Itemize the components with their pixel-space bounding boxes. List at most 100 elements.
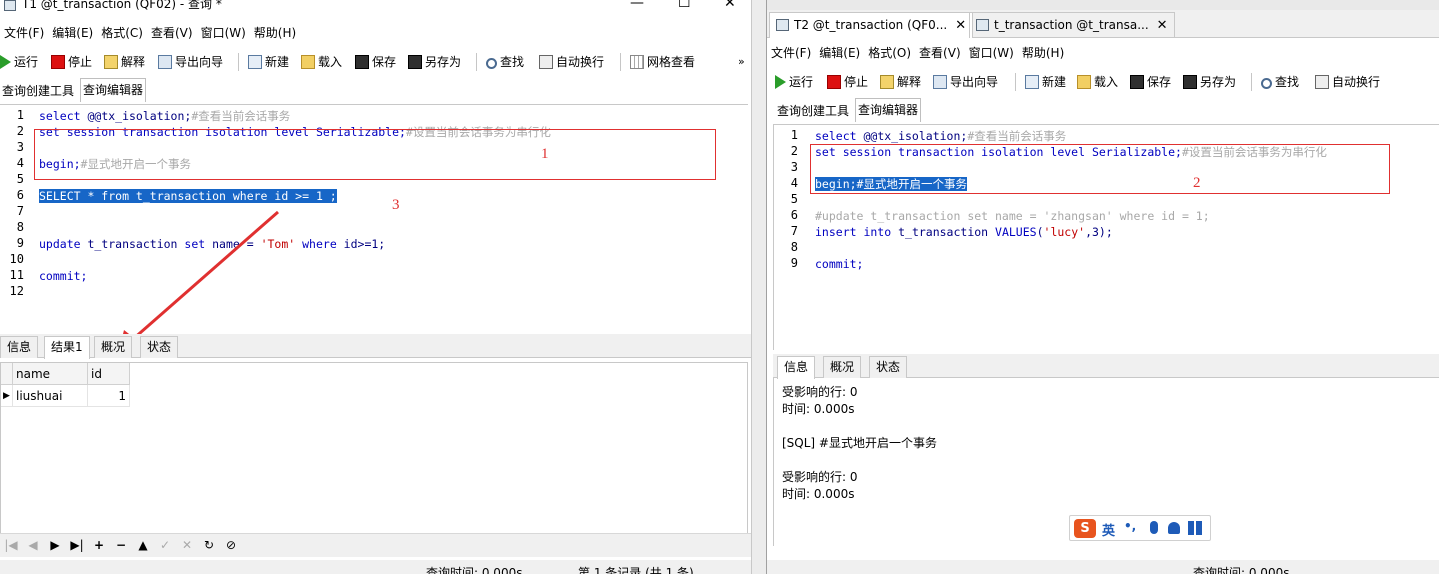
menu-format[interactable]: 格式(O) <box>864 42 915 64</box>
cancel-button[interactable]: ✕ <box>180 538 194 552</box>
close-tab-icon[interactable]: ✕ <box>1157 18 1168 33</box>
add-record-button[interactable]: + <box>92 538 106 552</box>
stop-refresh-button[interactable]: ⊘ <box>224 538 238 552</box>
line-number: 1 <box>790 128 798 142</box>
left-status-bar: 查询时间: 0.000s 第 1 条记录 (共 1 条) <box>0 560 751 574</box>
grid-menu-icon[interactable] <box>1188 521 1202 535</box>
result-grid: name id ▶ liushuai 1 <box>0 362 748 534</box>
menu-edit[interactable]: 编辑(E) <box>815 42 864 64</box>
tab-status[interactable]: 状态 <box>140 336 179 358</box>
message-line: [SQL] #显式地开启一个事务 <box>782 436 937 450</box>
tab-query-editor[interactable]: 查询编辑器 <box>855 98 922 122</box>
grid-corner <box>1 363 13 385</box>
first-record-button[interactable]: |◀ <box>4 538 18 552</box>
doc-tab-t2[interactable]: T2 @t_transaction (QF0... ✕ <box>769 12 974 38</box>
document-tabs: T2 @t_transaction (QF0... ✕ t_transaction… <box>767 10 1439 38</box>
toolbar-separator <box>1015 73 1016 91</box>
left-query-window: T1 @t_transaction (QF02) - 查询 * — ☐ ✕ 文件… <box>0 0 752 574</box>
message-line: 时间: 0.000s <box>782 487 855 501</box>
menu-help[interactable]: 帮助(H) <box>1018 42 1068 64</box>
annotation-label-2: 2 <box>1193 175 1201 191</box>
code-line-9: commit; <box>815 257 864 271</box>
close-tab-icon[interactable]: ✕ <box>955 18 966 33</box>
line-number: 7 <box>790 224 798 238</box>
right-query-window: T2 @t_transaction (QF0... ✕ t_transaction… <box>766 0 1439 574</box>
table-row-cell-name[interactable]: liushuai <box>13 385 88 407</box>
tab-status[interactable]: 状态 <box>869 356 908 378</box>
window-gap <box>752 0 766 574</box>
next-record-button[interactable]: ▶ <box>48 538 62 552</box>
message-line: 受影响的行: 0 <box>782 470 858 484</box>
stop-button[interactable]: 停止 <box>827 69 868 95</box>
save-button[interactable]: 保存 <box>1130 69 1171 95</box>
status-query-time: 查询时间: 0.000s <box>1193 566 1290 574</box>
menu-view[interactable]: 查看(V) <box>915 42 965 64</box>
doc-tab-table[interactable]: t_transaction @t_transa... ✕ <box>969 12 1175 38</box>
move-up-button[interactable]: ▲ <box>136 538 150 552</box>
status-record-count: 第 1 条记录 (共 1 条) <box>578 566 694 574</box>
new-button[interactable]: 新建 <box>1025 69 1066 95</box>
line-number: 6 <box>790 208 798 222</box>
export-wizard-button[interactable]: 导出向导 <box>933 69 998 95</box>
sogou-logo-icon: S <box>1074 519 1096 538</box>
word-wrap-button[interactable]: 自动换行 <box>1315 69 1380 95</box>
record-navigation-bar: |◀ ◀ ▶ ▶| + − ▲ ✓ ✕ ↻ ⊘ <box>0 533 751 557</box>
tab-profile[interactable]: 概况 <box>94 336 133 358</box>
user-icon[interactable] <box>1168 522 1180 534</box>
stop-icon <box>827 75 841 89</box>
apply-button[interactable]: ✓ <box>158 538 172 552</box>
find-button[interactable]: 查找 <box>1261 69 1299 95</box>
code-line-7: insert into t_transaction VALUES('lucy',… <box>815 225 1113 239</box>
right-toolbar: 运行 停止 解释 导出向导 新建 载入 保存 另存为 查找 自动换行 <box>767 69 1439 95</box>
message-line <box>782 418 1439 435</box>
line-number-gutter: 1 2 3 4 5 6 7 8 9 <box>774 125 808 350</box>
run-button[interactable]: 运行 <box>775 69 813 95</box>
tab-info[interactable]: 信息 <box>0 336 39 358</box>
refresh-button[interactable]: ↻ <box>202 538 216 552</box>
message-line: 受影响的行: 0 <box>782 385 858 399</box>
ime-language-label[interactable]: 英 <box>1102 520 1115 539</box>
tab-profile[interactable]: 概况 <box>823 356 862 378</box>
line-number: 4 <box>790 176 798 190</box>
row-pointer-icon: ▶ <box>1 385 13 407</box>
annotation-box-2 <box>810 144 1390 194</box>
right-title-strip <box>767 0 1439 10</box>
load-button[interactable]: 载入 <box>1077 69 1118 95</box>
delete-record-button[interactable]: − <box>114 538 128 552</box>
status-query-time: 查询时间: 0.000s <box>426 566 523 574</box>
code-line-1: select @@tx_isolation;#查看当前会话事务 <box>815 129 1067 143</box>
line-number: 3 <box>790 160 798 174</box>
save-as-icon <box>1183 75 1197 89</box>
menu-file[interactable]: 文件(F) <box>767 42 815 64</box>
right-menu-bar: 文件(F) 编辑(E) 格式(O) 查看(V) 窗口(W) 帮助(H) <box>767 42 1439 64</box>
tab-query-builder[interactable]: 查询创建工具 <box>775 100 851 122</box>
explain-button[interactable]: 解释 <box>880 69 921 95</box>
prev-record-button[interactable]: ◀ <box>26 538 40 552</box>
tab-info[interactable]: 信息 <box>777 356 816 379</box>
microphone-icon[interactable] <box>1150 521 1158 534</box>
column-header-id[interactable]: id <box>88 363 130 385</box>
explain-icon <box>880 75 894 89</box>
menu-window[interactable]: 窗口(W) <box>965 42 1018 64</box>
ime-punctuation-icon[interactable]: •, <box>1124 519 1136 533</box>
line-number: 9 <box>790 256 798 270</box>
right-result-tabs: 信息 概况 状态 <box>773 354 1439 379</box>
column-header-name[interactable]: name <box>13 363 88 385</box>
tab-result1[interactable]: 结果1 <box>44 336 90 359</box>
run-icon <box>775 75 786 89</box>
line-number: 2 <box>790 144 798 158</box>
left-result-tabs: 信息 结果1 概况 状态 <box>0 334 751 359</box>
right-editor-tabs: 查询创建工具 查询编辑器 <box>767 98 1439 122</box>
table-tab-icon <box>976 19 989 31</box>
last-record-button[interactable]: ▶| <box>70 538 84 552</box>
code-line-6: #update t_transaction set name = 'zhangs… <box>815 209 1210 223</box>
line-number: 8 <box>790 240 798 254</box>
query-tab-icon <box>776 19 789 31</box>
save-as-button[interactable]: 另存为 <box>1183 69 1236 95</box>
ime-toolbar[interactable]: S 英 •, <box>1069 515 1211 541</box>
right-sql-editor[interactable]: 1 2 3 4 5 6 7 8 9 select @@tx_isolation;… <box>773 124 1439 350</box>
search-icon <box>1261 78 1272 89</box>
export-icon <box>933 75 947 89</box>
table-row-cell-id[interactable]: 1 <box>88 385 130 407</box>
new-icon <box>1025 75 1039 89</box>
